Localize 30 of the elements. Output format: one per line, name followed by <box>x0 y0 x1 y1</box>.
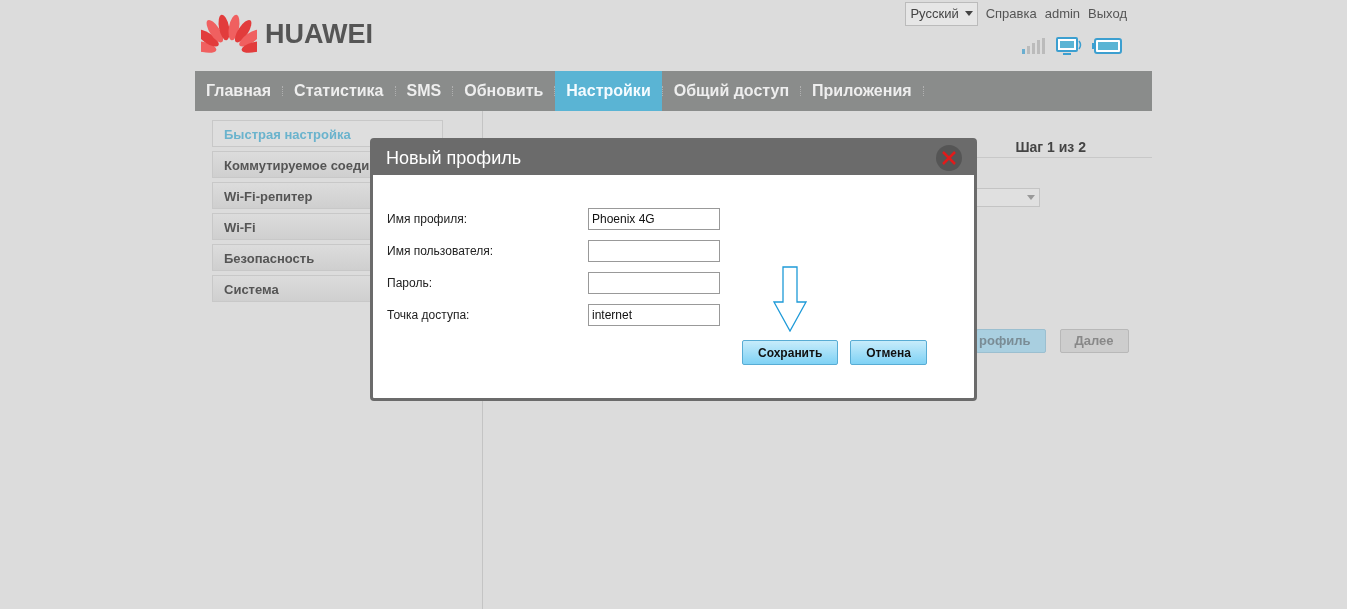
field-label: Пароль: <box>387 275 433 292</box>
step-indicator: Шаг 1 из 2 <box>1015 139 1086 155</box>
input-field[interactable]: Phoenix 4G <box>588 208 720 230</box>
logo-text: HUAWEI <box>265 17 373 51</box>
down-arrow-icon <box>773 266 807 332</box>
battery-icon <box>1092 38 1122 54</box>
save-button[interactable]: Сохранить <box>742 340 839 365</box>
field-label: Точка доступа: <box>387 307 471 324</box>
select-field[interactable] <box>974 188 1040 207</box>
nav-tab[interactable]: Обновить <box>453 71 555 111</box>
header-link[interactable]: Выход <box>1088 4 1127 24</box>
nav-tab[interactable]: Статистика <box>283 71 395 111</box>
header-link[interactable]: Справка <box>985 4 1037 24</box>
logo-icon <box>201 13 257 55</box>
close-button[interactable] <box>936 145 962 171</box>
input-field[interactable]: internet <box>588 304 720 326</box>
input-field[interactable] <box>588 272 720 294</box>
nav-tab[interactable]: Общий доступ <box>662 71 801 111</box>
close-icon <box>942 151 956 165</box>
input-field[interactable] <box>588 240 720 262</box>
nav-tab[interactable]: SMS <box>395 71 453 111</box>
nav-tab[interactable]: Приложения <box>801 71 923 111</box>
caret-icon <box>1027 195 1035 200</box>
cancel-button[interactable]: Отмена <box>850 340 927 365</box>
caret-icon <box>964 11 973 17</box>
signal-icon <box>1022 38 1048 54</box>
header-link[interactable]: admin <box>1044 4 1081 24</box>
nav-tab[interactable]: Главная <box>195 71 283 111</box>
language-dropdown[interactable]: Русский <box>905 2 978 26</box>
monitor-icon <box>1056 37 1084 55</box>
